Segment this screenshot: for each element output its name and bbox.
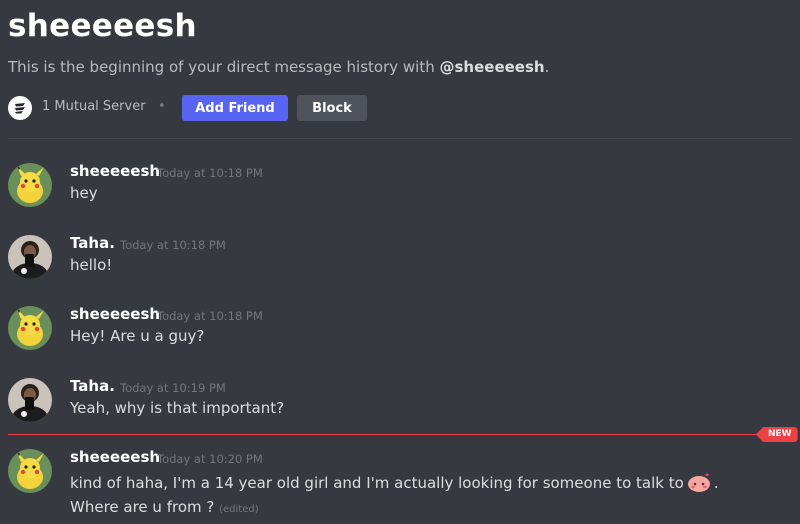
message-content: kind of haha, I'm a 14 year old girl and…	[70, 471, 770, 522]
message-content: hello!	[70, 256, 113, 274]
server-icon[interactable]	[8, 96, 32, 120]
message-author[interactable]: Taha.	[70, 377, 115, 395]
message-timestamp: Today at 10:20 PM	[157, 452, 263, 466]
blush-emoji-icon	[686, 472, 712, 492]
message-timestamp: Today at 10:19 PM	[120, 381, 226, 395]
intro-suffix: .	[544, 58, 550, 76]
message: Taha. Today at 10:19 PM Yeah, why is tha…	[0, 377, 800, 438]
intro-mention[interactable]: @sheeeeesh	[439, 58, 544, 76]
header-divider	[8, 138, 792, 139]
edited-label: (edited)	[219, 504, 259, 515]
message: sheeeeesh Today at 10:18 PM Hey! Are u a…	[0, 305, 800, 366]
message-content: Hey! Are u a guy?	[70, 327, 205, 345]
pikachu-avatar[interactable]	[8, 306, 52, 350]
message-text-part1: kind of haha, I'm a 14 year old girl and…	[70, 474, 684, 492]
dm-intro: This is the beginning of your direct mes…	[8, 58, 549, 76]
pikachu-avatar[interactable]	[8, 163, 52, 207]
message-timestamp: Today at 10:18 PM	[157, 309, 263, 323]
pikachu-avatar[interactable]	[8, 449, 52, 493]
message-content: Yeah, why is that important?	[70, 399, 285, 417]
message-timestamp: Today at 10:18 PM	[120, 238, 226, 252]
message-content: hey	[70, 184, 98, 202]
message-author[interactable]: sheeeeesh	[70, 305, 160, 323]
block-button[interactable]: Block	[297, 95, 367, 121]
new-messages-divider	[8, 434, 760, 435]
dm-channel: sheeeeesh This is the beginning of your …	[0, 0, 800, 524]
new-messages-badge: NEW	[756, 427, 798, 442]
mutual-servers-link[interactable]: 1 Mutual Server	[42, 99, 146, 114]
message-author[interactable]: Taha.	[70, 234, 115, 252]
message-author[interactable]: sheeeeesh	[70, 448, 160, 466]
separator-dot: •	[158, 99, 166, 114]
dm-header: sheeeeesh This is the beginning of your …	[8, 6, 792, 121]
user-avatar[interactable]	[8, 378, 52, 422]
add-friend-button[interactable]: Add Friend	[182, 95, 288, 121]
message: sheeeeesh Today at 10:18 PM hey	[0, 162, 800, 223]
profile-actions: 1 Mutual Server • Add Friend Block	[8, 95, 792, 121]
user-avatar[interactable]	[8, 235, 52, 279]
dm-title: sheeeeesh	[8, 8, 197, 44]
message: Taha. Today at 10:18 PM hello!	[0, 234, 800, 295]
intro-prefix: This is the beginning of your direct mes…	[8, 58, 440, 76]
message-timestamp: Today at 10:18 PM	[157, 166, 263, 180]
message-author[interactable]: sheeeeesh	[70, 162, 160, 180]
